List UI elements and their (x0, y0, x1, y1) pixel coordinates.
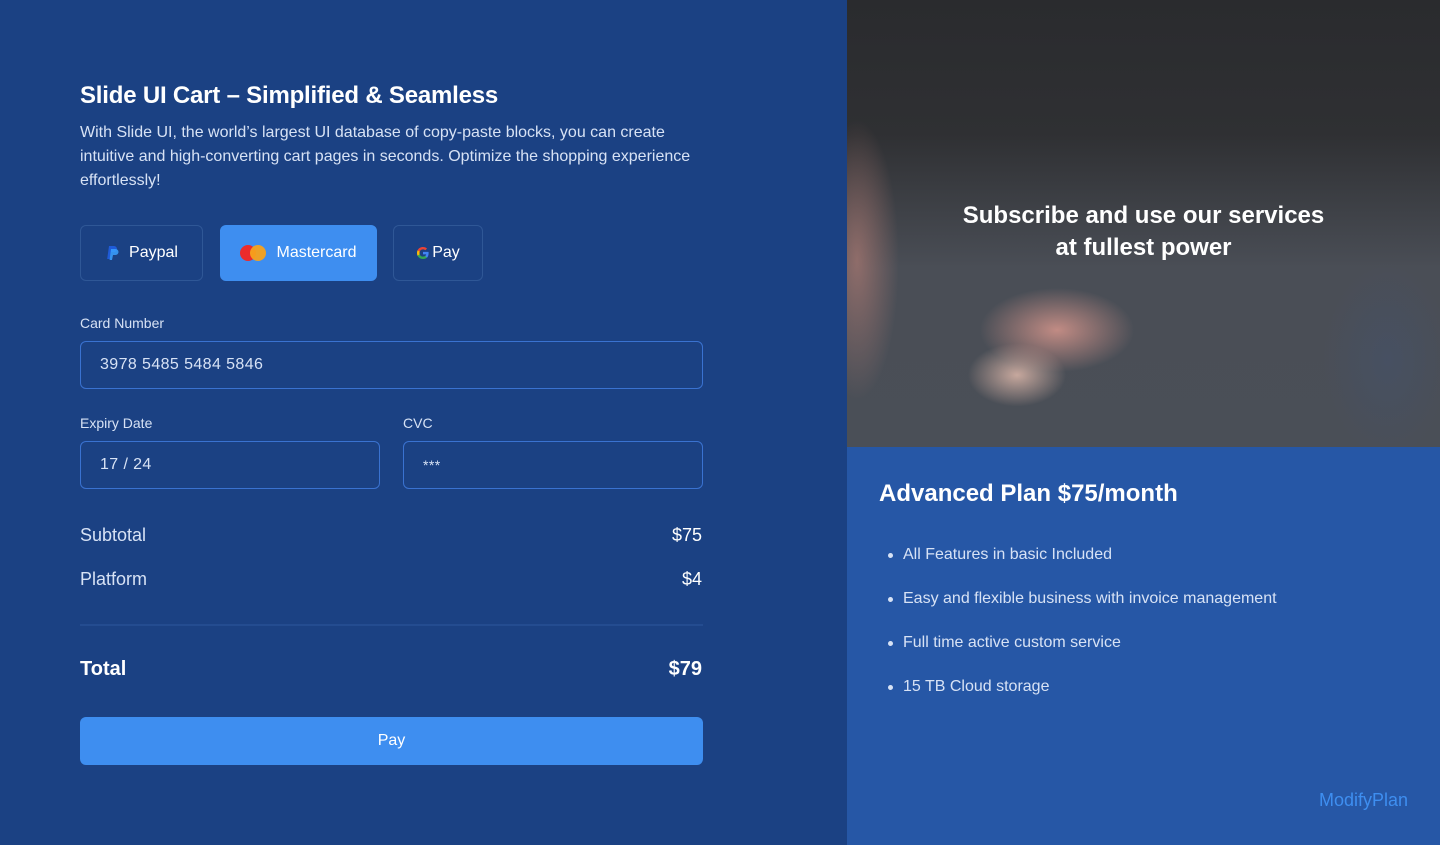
expiry-date-input[interactable]: 17 / 24 (80, 441, 380, 489)
hero-caption: Subscribe and use our services at fulles… (847, 200, 1440, 264)
platform-value: $4 (681, 569, 702, 589)
pay-button[interactable]: Pay (80, 717, 703, 765)
cvc-input[interactable]: *** (403, 441, 703, 489)
subtotal-label: Subtotal (80, 525, 147, 545)
google-pay-label: Pay (432, 244, 460, 261)
cvc-label: CVC (403, 415, 433, 431)
checkout-description: With Slide UI, the world’s largest UI da… (80, 124, 691, 189)
hero-image: Subscribe and use our services at fulles… (847, 0, 1440, 447)
plan-title: Advanced Plan $75/month (879, 480, 1178, 507)
expiry-date-label: Expiry Date (80, 415, 153, 431)
google-pay-button[interactable]: Pay (393, 225, 483, 281)
paypal-button[interactable]: Paypal (80, 225, 203, 281)
hero-caption-line1: Subscribe and use our services (962, 202, 1325, 229)
list-item: All Features in basic Included (887, 540, 1277, 584)
total-value: $79 (668, 658, 702, 680)
card-number-label: Card Number (80, 315, 165, 331)
list-item: Full time active custom service (887, 628, 1277, 672)
total-label: Total (80, 658, 127, 680)
mastercard-icon (240, 245, 267, 261)
list-item: Easy and flexible business with invoice … (887, 584, 1277, 628)
modify-plan-link[interactable]: ModifyPlan (1319, 790, 1408, 811)
subtotal-value: $75 (671, 525, 702, 545)
checkout-panel: Slide UI Cart – Simplified & Seamless Wi… (0, 0, 847, 845)
card-number-input[interactable]: 3978 5485 5484 5846 (80, 341, 703, 389)
paypal-label: Paypal (129, 244, 178, 261)
paypal-icon (107, 246, 119, 260)
mastercard-button[interactable]: Mastercard (220, 225, 377, 281)
divider (80, 624, 703, 626)
checkout-title: Slide UI Cart – Simplified & Seamless (80, 82, 499, 109)
google-g-icon (417, 247, 429, 259)
platform-label: Platform (80, 569, 148, 589)
list-item: 15 TB Cloud storage (887, 672, 1277, 716)
plan-features-list: All Features in basic Included Easy and … (887, 540, 1277, 716)
mastercard-label: Mastercard (276, 244, 357, 261)
plan-panel: Subscribe and use our services at fulles… (847, 0, 1440, 845)
hero-caption-line2: at fullest power (1055, 234, 1232, 261)
